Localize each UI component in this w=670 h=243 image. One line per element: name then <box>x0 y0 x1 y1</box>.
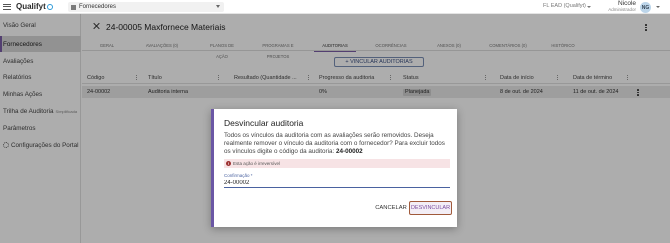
warning-icon: ! <box>226 161 231 166</box>
app-name: Qualifyt <box>16 2 46 11</box>
module-select-label: Fornecedores <box>79 4 117 10</box>
menu-icon[interactable] <box>3 3 11 10</box>
app-logo: Qualifyt <box>16 2 53 11</box>
unlink-button[interactable]: DESVINCULAR <box>409 201 452 215</box>
avatar[interactable]: NG <box>640 2 651 13</box>
warning-banner: ! Esta ação é irreversível <box>224 159 450 168</box>
warning-text: Esta ação é irreversível <box>233 161 281 166</box>
dialog-title: Desvincular auditoria <box>224 118 304 128</box>
logo-mark-icon <box>46 3 53 10</box>
chevron-down-icon[interactable] <box>656 6 660 8</box>
dialog-message: Todos os vínculos da auditoria com as av… <box>224 132 452 156</box>
chevron-down-icon <box>587 6 591 8</box>
chevron-down-icon <box>216 5 220 8</box>
dialog-message-text: Todos os vínculos da auditoria com as av… <box>224 132 445 155</box>
confirmation-input[interactable] <box>224 178 450 188</box>
dialog-audit-code: 24-00002 <box>336 148 363 155</box>
user-role: Administrador <box>608 7 636 12</box>
user-name: Nicole <box>617 0 636 7</box>
user-info[interactable]: Nicole Administrador <box>604 0 636 12</box>
cancel-button[interactable]: CANCELAR <box>374 202 408 214</box>
company-select[interactable]: FL EAD (Qualifyt) <box>543 3 586 9</box>
unlink-audit-dialog: Desvincular auditoria Todos os vínculos … <box>211 109 457 227</box>
module-icon <box>71 4 76 10</box>
top-bar: Qualifyt Fornecedores FL EAD (Qualifyt) … <box>0 0 670 14</box>
module-select[interactable]: Fornecedores <box>68 2 224 12</box>
